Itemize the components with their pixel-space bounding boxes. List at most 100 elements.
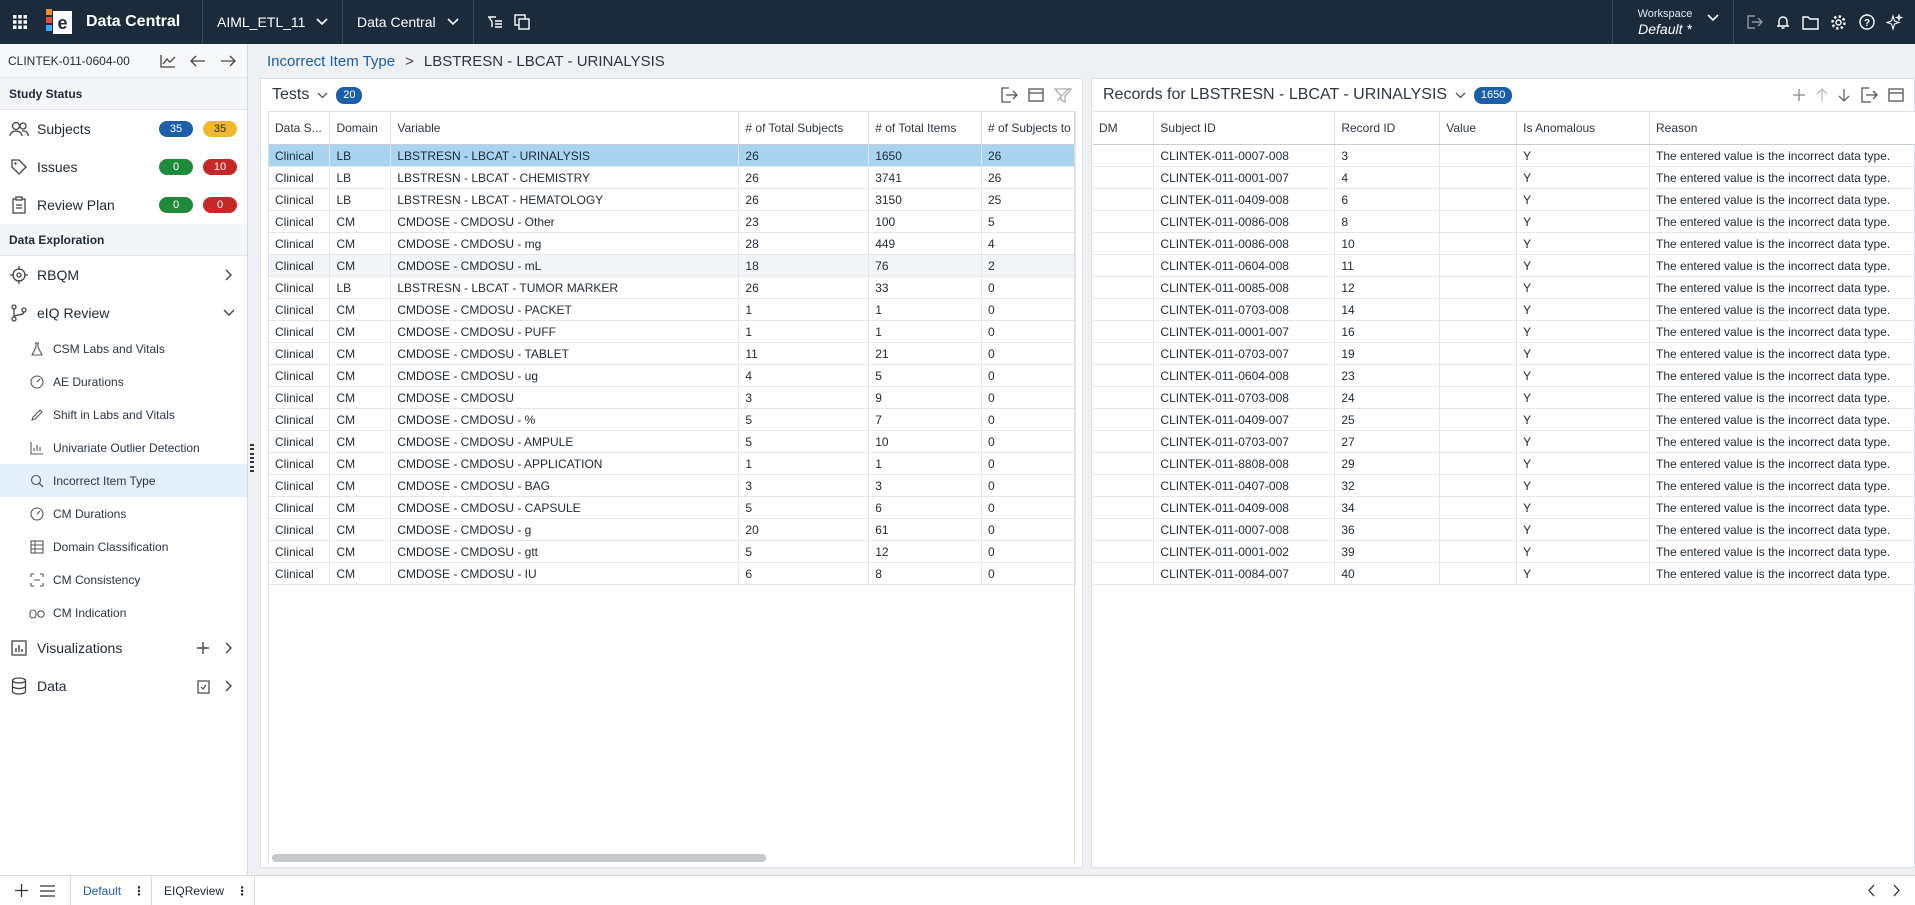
table-row[interactable]: Clinical LB LBSTRESN - LBCAT - TUMOR MARKE… [269,276,1076,299]
column-header[interactable]: Subject ID [1153,111,1336,145]
table-row[interactable]: Clinical CM CMDOSE - CMDOSU - PACKET 1 1 0 [269,298,1076,321]
chevron-right-icon[interactable] [219,642,239,654]
tab-eiqreview[interactable]: EIQReview ⋮ [151,875,256,905]
table-row[interactable]: Clinical CM CMDOSE - CMDOSU - TABLET 11 21 0 [269,342,1076,365]
column-header[interactable]: Value [1439,111,1518,145]
sidebar-subitem-cm-indication[interactable]: CM Indication [0,596,247,629]
trend-icon[interactable] [160,54,176,68]
chevron-left-icon[interactable] [1867,884,1876,897]
table-row[interactable]: CLINTEK-011-0086-008 8 Y The entered value … [1093,210,1915,233]
table-row[interactable]: Clinical CM CMDOSE - CMDOSU - PUFF 1 1 0 [269,320,1076,343]
table-row[interactable]: Clinical CM CMDOSE - CMDOSU - Other 23 100 5 [269,210,1076,233]
column-header[interactable]: Reason [1649,111,1915,145]
table-row[interactable]: CLINTEK-011-0703-008 14 Y The entered value… [1093,298,1915,321]
table-row[interactable]: CLINTEK-011-0703-008 24 Y The entered value… [1093,386,1915,409]
funnel-icon[interactable] [1054,87,1072,103]
sidebar-subitem-domain-classification[interactable]: Domain Classification [0,530,247,563]
column-header[interactable]: # of Total Items [868,111,982,145]
table-row[interactable]: CLINTEK-011-8808-008 29 Y The entered value… [1093,452,1915,475]
tab-default[interactable]: Default ⋮ [70,875,151,905]
column-header[interactable]: DM [1093,111,1155,145]
kebab-icon[interactable]: ⋮ [133,884,145,898]
copy-icon[interactable] [513,14,530,31]
table-row[interactable]: CLINTEK-011-0703-007 19 Y The entered value… [1093,342,1915,365]
chevron-right-icon[interactable] [1892,884,1901,897]
table-row[interactable]: CLINTEK-011-0001-007 4 Y The entered value … [1093,166,1915,189]
arrow-down-icon[interactable] [1838,88,1850,102]
table-row[interactable]: Clinical LB LBSTRESN - LBCAT - CHEMISTRY 26… [269,166,1076,189]
app-select[interactable]: Data Central [342,0,473,44]
table-row[interactable]: CLINTEK-011-0407-008 32 Y The entered value… [1093,474,1915,497]
table-row[interactable]: CLINTEK-011-0409-007 25 Y The entered value… [1093,408,1915,431]
table-row[interactable]: Clinical CM CMDOSE - CMDOSU 3 9 0 [269,386,1076,409]
table-row[interactable]: Clinical CM CMDOSE - CMDOSU - mg 28 449 4 [269,232,1076,255]
table-row[interactable]: CLINTEK-011-0703-007 27 Y The entered value… [1093,430,1915,453]
back-icon[interactable] [190,54,206,68]
sidebar-subitem-cm-consistency[interactable]: CM Consistency [0,563,247,596]
column-header[interactable]: # of Total Subjects [738,111,870,145]
column-header[interactable]: Domain [329,111,392,145]
status-row-issues[interactable]: Issues 0 10 [0,148,247,186]
status-badge[interactable]: 35 [159,121,193,137]
sidebar-subitem-ae-durations[interactable]: AE Durations [0,365,247,398]
column-header[interactable]: Record ID [1334,111,1441,145]
status-badge[interactable]: 0 [203,197,237,213]
kebab-icon[interactable]: ⋮ [236,884,248,898]
study-select[interactable]: AIML_ETL_11 [202,0,342,44]
sidebar-resize-handle[interactable] [250,444,256,472]
table-row[interactable]: CLINTEK-011-0001-002 39 Y The entered value… [1093,540,1915,563]
plus-icon[interactable] [8,876,34,905]
table-row[interactable]: Clinical CM CMDOSE - CMDOSU - BAG 3 3 0 [269,474,1076,497]
plus-icon[interactable] [1792,88,1806,102]
apps-grid-icon[interactable] [0,0,40,44]
table-row[interactable]: CLINTEK-011-0007-008 3 Y The entered value … [1093,144,1915,167]
table-row[interactable]: CLINTEK-011-0604-008 23 Y The entered value… [1093,364,1915,387]
table-row[interactable]: Clinical LB LBSTRESN - LBCAT - URINALYSIS 2… [269,144,1076,167]
table-row[interactable]: Clinical CM CMDOSE - CMDOSU - gtt 5 12 0 [269,540,1076,563]
filter-tree-icon[interactable] [486,14,503,31]
table-row[interactable]: Clinical CM CMDOSE - CMDOSU - APPLICATION 1… [269,452,1076,475]
table-row[interactable]: CLINTEK-011-0007-008 36 Y The entered value… [1093,518,1915,541]
arrow-up-icon[interactable] [1816,88,1828,102]
table-row[interactable]: Clinical CM CMDOSE - CMDOSU - % 5 7 0 [269,408,1076,431]
export-icon[interactable] [1860,87,1878,103]
table-row[interactable]: Clinical CM CMDOSE - CMDOSU - ug 4 5 0 [269,364,1076,387]
sparkle-icon[interactable] [1886,13,1903,31]
forward-icon[interactable] [220,54,236,68]
table-row[interactable]: Clinical CM CMDOSE - CMDOSU - AMPULE 5 10 0 [269,430,1076,453]
table-row[interactable]: Clinical CM CMDOSE - CMDOSU - g 20 61 0 [269,518,1076,541]
table-row[interactable]: CLINTEK-011-0084-007 40 Y The entered value… [1093,562,1915,585]
workspace-select[interactable]: Workspace Default * [1612,0,1734,44]
table-row[interactable]: CLINTEK-011-0604-008 11 Y The entered value… [1093,254,1915,277]
sidebar-subitem-univariate-outlier[interactable]: Univariate Outlier Detection [0,431,247,464]
table-row[interactable]: Clinical CM CMDOSE - CMDOSU - IU 6 8 0 [269,562,1076,585]
status-badge[interactable]: 0 [159,159,193,175]
table-row[interactable]: Clinical CM CMDOSE - CMDOSU - CAPSULE 5 6 0 [269,496,1076,519]
table-row[interactable]: Clinical CM CMDOSE - CMDOSU - mL 18 76 2 [269,254,1076,277]
status-row-subjects[interactable]: Subjects 35 35 [0,110,247,148]
breadcrumb-parent-link[interactable]: Incorrect Item Type [267,53,395,70]
export-icon[interactable] [1746,14,1763,31]
table-row[interactable]: CLINTEK-011-0409-008 34 Y The entered value… [1093,496,1915,519]
chevron-down-icon[interactable] [1455,92,1466,99]
table-row[interactable]: Clinical LB LBSTRESN - LBCAT - HEMATOLOGY 2… [269,188,1076,211]
clipboard-icon[interactable] [193,679,213,694]
column-header[interactable]: Variable [390,111,740,145]
sidebar-item-eiq-review[interactable]: eIQ Review [0,294,247,332]
sidebar-subitem-shift-labs[interactable]: Shift in Labs and Vitals [0,398,247,431]
help-icon[interactable]: ? [1858,14,1875,31]
table-row[interactable]: CLINTEK-011-0085-008 12 Y The entered value… [1093,276,1915,299]
chevron-down-icon[interactable] [317,92,328,99]
bell-icon[interactable] [1774,14,1791,31]
folder-icon[interactable] [1802,14,1819,31]
sidebar-subitem-csm-labs[interactable]: CSM Labs and Vitals [0,332,247,365]
column-header[interactable]: # of Subjects to [981,111,1076,145]
sidebar-subitem-cm-durations[interactable]: CM Durations [0,497,247,530]
columns-icon[interactable] [1028,88,1044,102]
sidebar-item-data[interactable]: Data [0,667,247,705]
sidebar-subitem-incorrect-item-type[interactable]: Incorrect Item Type [0,464,247,497]
table-row[interactable]: CLINTEK-011-0086-008 10 Y The entered value… [1093,232,1915,255]
columns-icon[interactable] [1888,88,1904,102]
status-row-review-plan[interactable]: Review Plan 0 0 [0,186,247,224]
column-header[interactable]: Is Anomalous [1516,111,1651,145]
